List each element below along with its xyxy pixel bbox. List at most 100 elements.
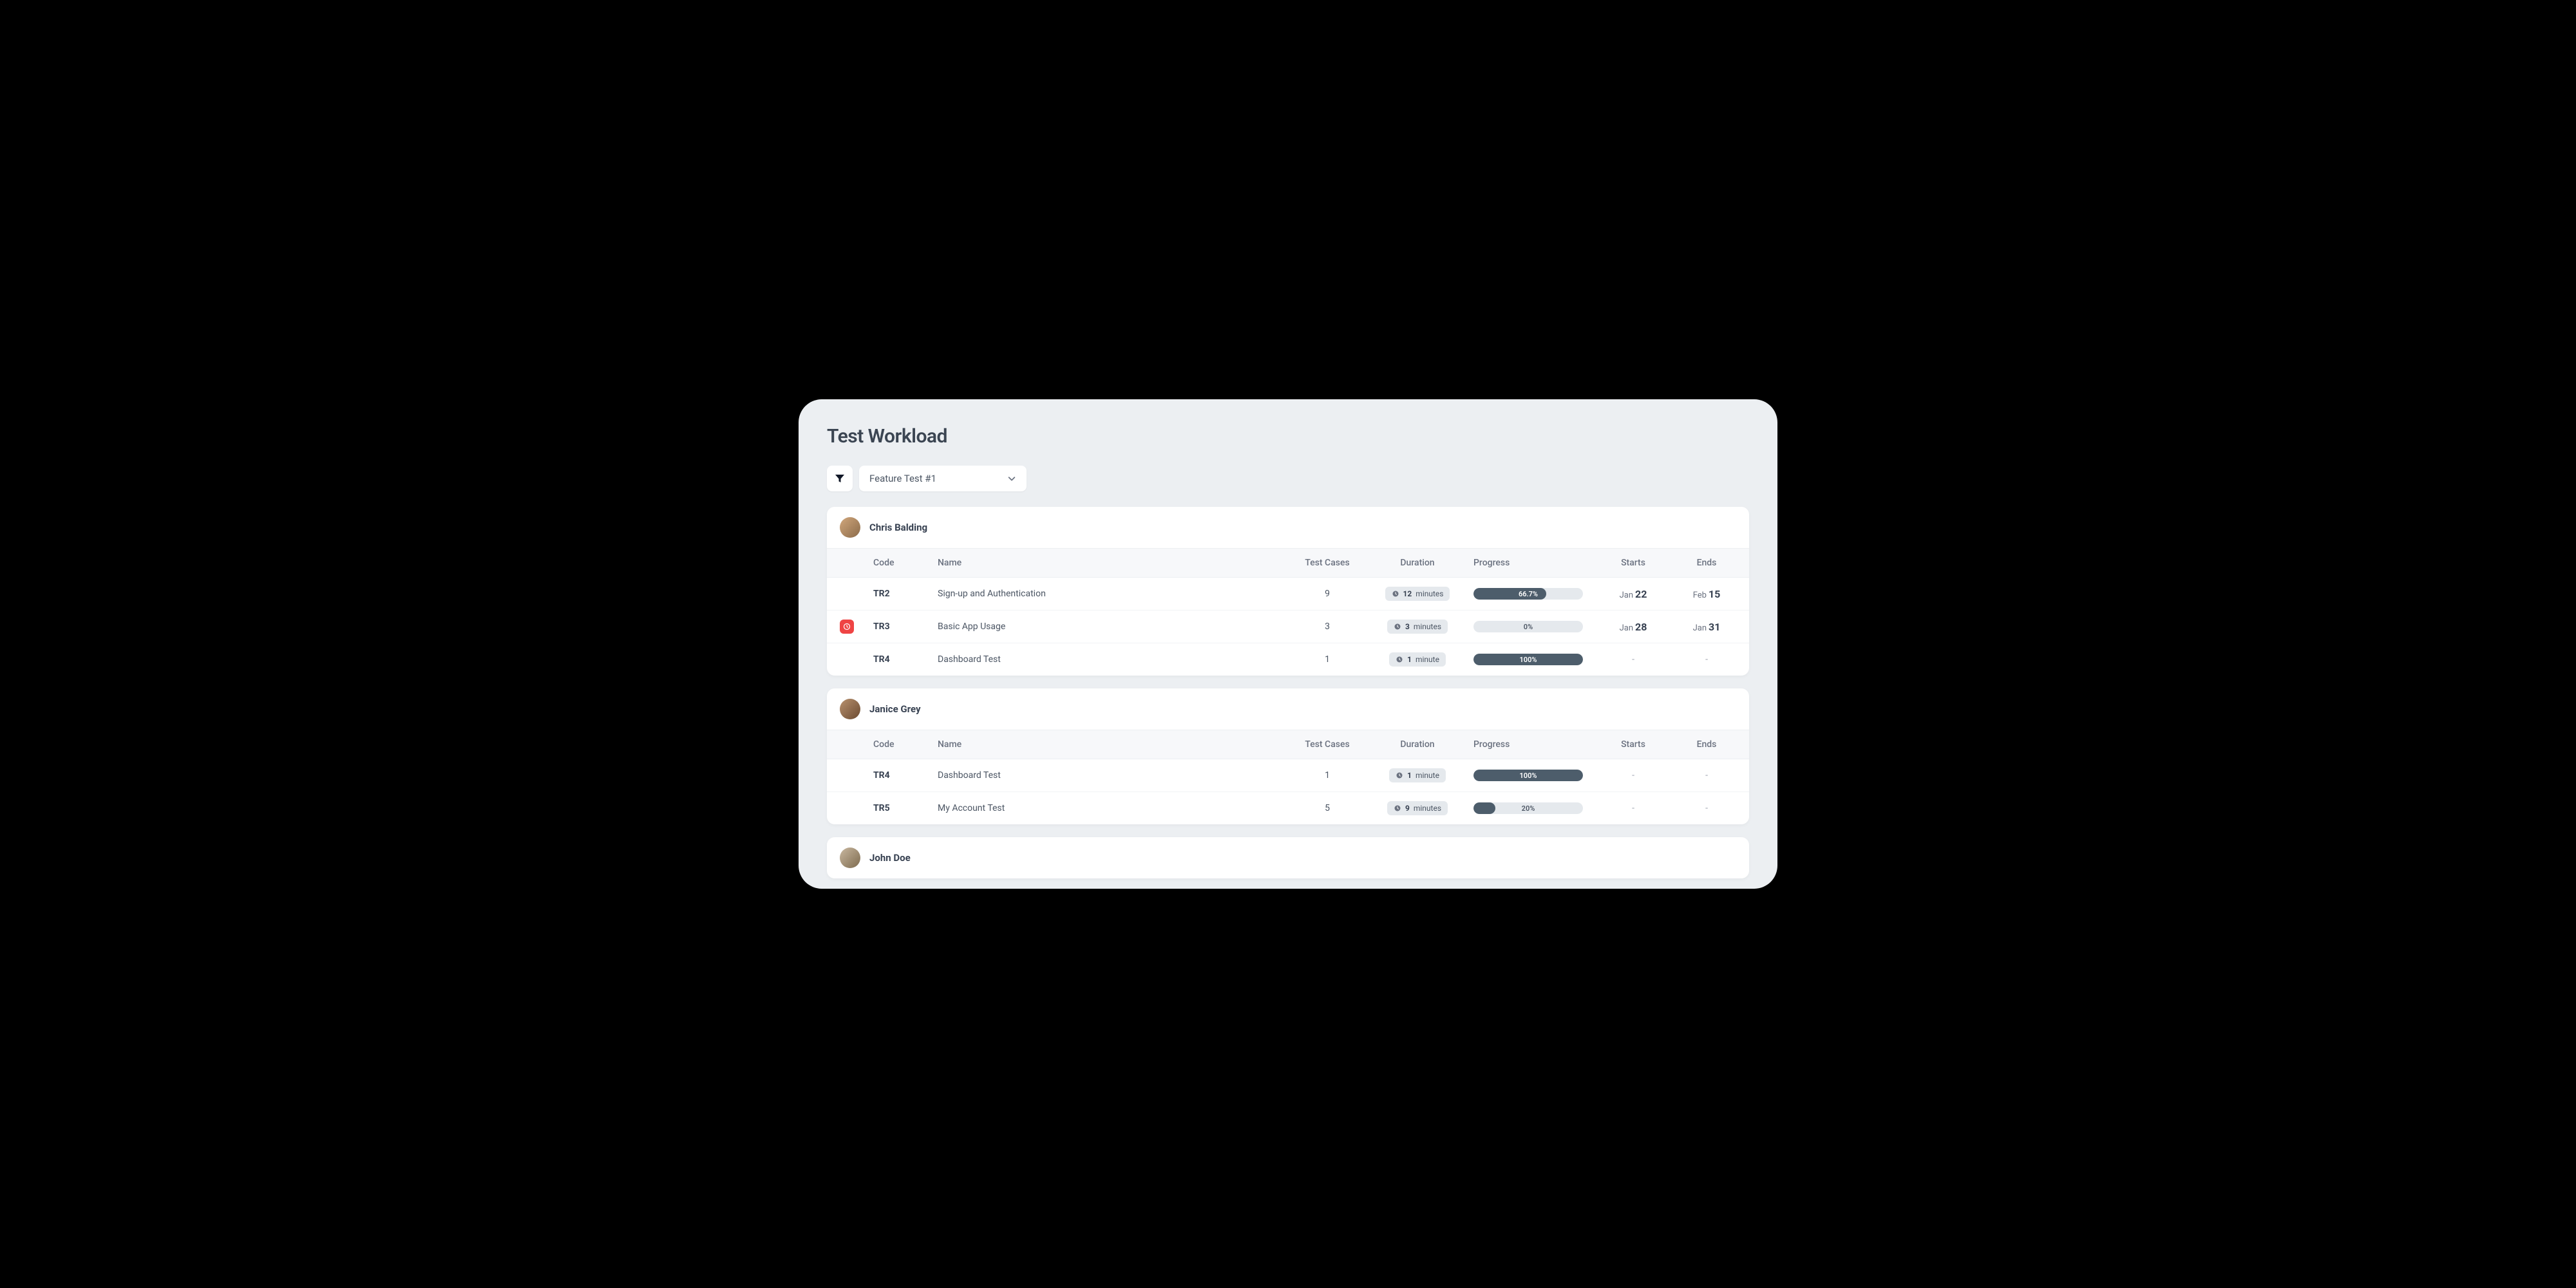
user-card: John Doe [827,837,1749,878]
run-code: TR5 [873,803,890,813]
duration-unit: minute [1416,771,1439,780]
status-cell [827,643,866,676]
chevron-down-icon [1007,474,1016,483]
table-row[interactable]: TR4Dashboard Test11minute100%-- [827,759,1749,792]
run-name: Sign-up and Authentication [930,578,1285,611]
duration-unit: minutes [1416,589,1443,598]
progress-bar: 100% [1473,770,1583,781]
run-code: TR4 [873,654,890,665]
progress-bar: 0% [1473,621,1583,632]
end-date: Jan31 [1672,611,1749,643]
table-row[interactable]: TR4Dashboard Test11minute100%-- [827,643,1749,676]
clock-icon [1394,804,1401,812]
end-date: - [1672,759,1749,792]
user-card: Chris Balding CodeNameTest CasesDurationP… [827,507,1749,676]
clock-alert-icon [840,620,854,634]
test-cases-count: 1 [1285,643,1369,676]
column-header: Starts [1595,549,1672,578]
user-name: Chris Balding [869,522,927,533]
clock-icon [1396,656,1403,663]
duration-unit: minutes [1414,622,1441,631]
duration-unit: minutes [1414,804,1441,813]
page-title: Test Workload [827,425,1749,448]
duration-number: 3 [1405,622,1410,631]
start-date: - [1595,759,1672,792]
select-value: Feature Test #1 [869,473,936,484]
column-header: Name [930,730,1285,759]
user-card-header: Chris Balding [827,507,1749,548]
start-date: - [1595,792,1672,825]
table-row[interactable]: TR2 Sign-up and Authentication9 12 minutes 6… [827,578,1749,611]
end-date: - [1672,792,1749,825]
status-cell [827,792,866,825]
column-header: Starts [1595,730,1672,759]
duration-unit: minute [1416,655,1439,664]
column-header [827,730,866,759]
status-cell [827,578,866,611]
run-code: TR4 [873,770,890,781]
test-cases-count: 3 [1285,611,1369,643]
app-window: Test Workload Feature Test #1 Chris Bald… [799,399,1777,889]
duration-number: 9 [1405,804,1410,813]
clock-icon [1392,590,1399,598]
test-cases-count: 9 [1285,578,1369,611]
column-header: Duration [1369,549,1466,578]
workload-table: CodeNameTest CasesDurationProgressStarts… [827,730,1749,824]
avatar [840,699,860,719]
funnel-icon [835,473,845,484]
avatar [840,517,860,538]
column-header: Test Cases [1285,549,1369,578]
column-header: Duration [1369,730,1466,759]
progress-label: 20% [1473,802,1583,814]
filter-button[interactable] [827,466,853,491]
end-date: - [1672,643,1749,676]
user-card: Janice Grey CodeNameTest CasesDurationPro… [827,688,1749,824]
table-row[interactable]: TR3Basic App Usage33minutes0%Jan28Jan31 [827,611,1749,643]
column-header: Ends [1672,549,1749,578]
duration-pill: 12 minutes [1385,587,1450,601]
column-header [827,549,866,578]
user-name: Janice Grey [869,703,921,715]
status-cell [827,759,866,792]
progress-label: 100% [1473,654,1583,665]
run-code: TR3 [873,621,890,632]
progress-label: 0% [1473,621,1583,632]
duration-number: 1 [1407,655,1412,664]
filter-bar: Feature Test #1 [827,466,1749,491]
start-date: Jan22 [1595,578,1672,611]
table-row[interactable]: TR5My Account Test59minutes20%-- [827,792,1749,825]
progress-label: 100% [1473,770,1583,781]
column-header: Ends [1672,730,1749,759]
run-name: Basic App Usage [930,611,1285,643]
duration-pill: 1 minute [1389,768,1446,782]
duration-pill: 9 minutes [1387,801,1448,815]
start-date: - [1595,643,1672,676]
column-header: Name [930,549,1285,578]
progress-label: 66.7% [1473,588,1583,600]
progress-bar: 66.7% [1473,588,1583,600]
start-date: Jan28 [1595,611,1672,643]
column-header: Code [866,730,930,759]
progress-bar: 100% [1473,654,1583,665]
run-code: TR2 [873,589,890,599]
progress-bar: 20% [1473,802,1583,814]
duration-number: 1 [1407,771,1412,780]
status-cell [827,611,866,643]
clock-icon [1394,623,1401,630]
end-date: Feb15 [1672,578,1749,611]
test-cases-count: 5 [1285,792,1369,825]
duration-number: 12 [1403,589,1412,598]
run-name: Dashboard Test [930,643,1285,676]
duration-pill: 1 minute [1389,652,1446,667]
clock-icon [1396,772,1403,779]
milestone-select[interactable]: Feature Test #1 [859,466,1027,491]
column-header: Progress [1466,549,1595,578]
user-name: John Doe [869,852,911,864]
column-header: Test Cases [1285,730,1369,759]
avatar [840,848,860,868]
run-name: Dashboard Test [930,759,1285,792]
column-header: Code [866,549,930,578]
test-cases-count: 1 [1285,759,1369,792]
user-card-header: John Doe [827,837,1749,878]
duration-pill: 3 minutes [1387,620,1448,634]
